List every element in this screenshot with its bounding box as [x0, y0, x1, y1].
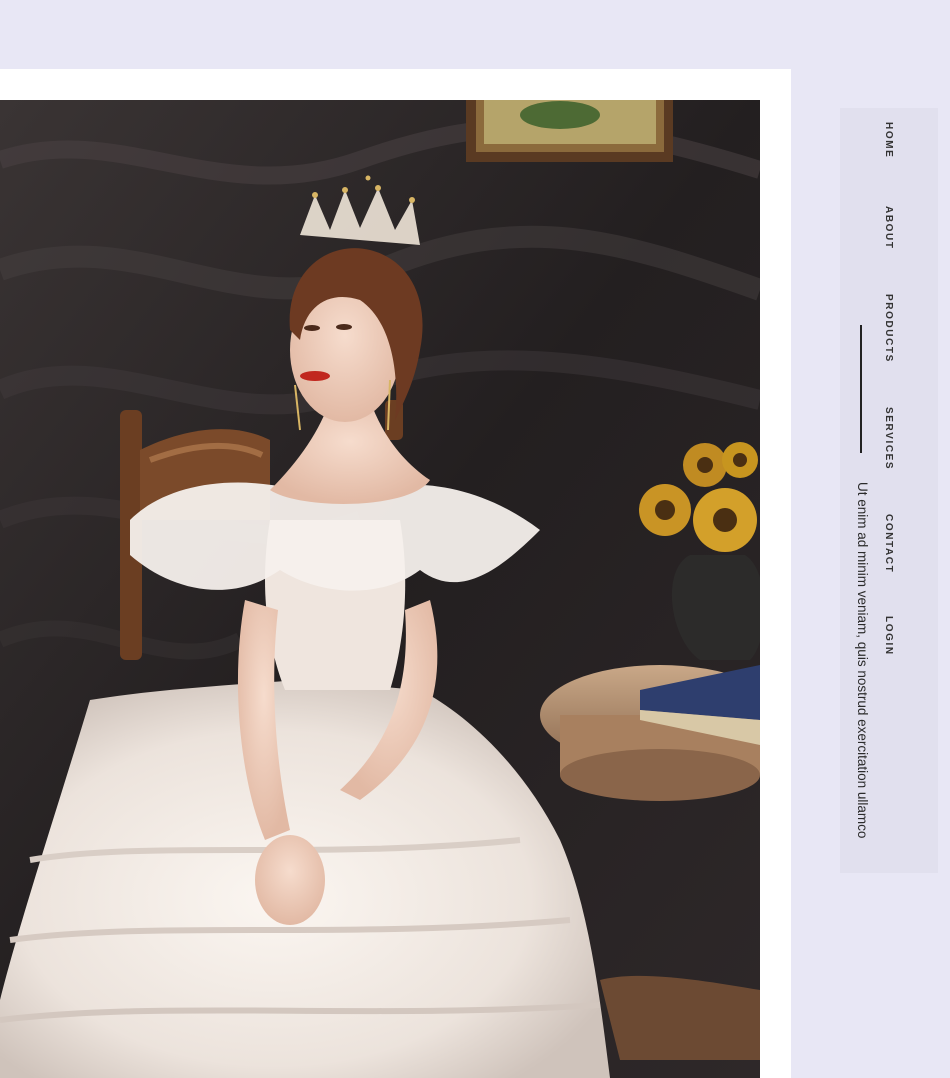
- tagline-text: Ut enim ad minim veniam, quis nostrud ex…: [855, 482, 870, 839]
- vertical-divider: [860, 325, 862, 453]
- nav-item-label[interactable]: SERVICES: [883, 407, 894, 470]
- nav-item-label[interactable]: HOME: [883, 122, 894, 158]
- hero-photo: [0, 100, 760, 1078]
- nav-item-label[interactable]: ABOUT: [883, 206, 894, 250]
- vertical-nav: HOME ABOUT PRODUCTS SERVICES CONTACT LOG…: [882, 122, 918, 662]
- nav-item-label[interactable]: LOGIN: [883, 616, 894, 656]
- nav-item-label[interactable]: PRODUCTS: [883, 294, 894, 363]
- nav-item-label[interactable]: CONTACT: [883, 514, 894, 573]
